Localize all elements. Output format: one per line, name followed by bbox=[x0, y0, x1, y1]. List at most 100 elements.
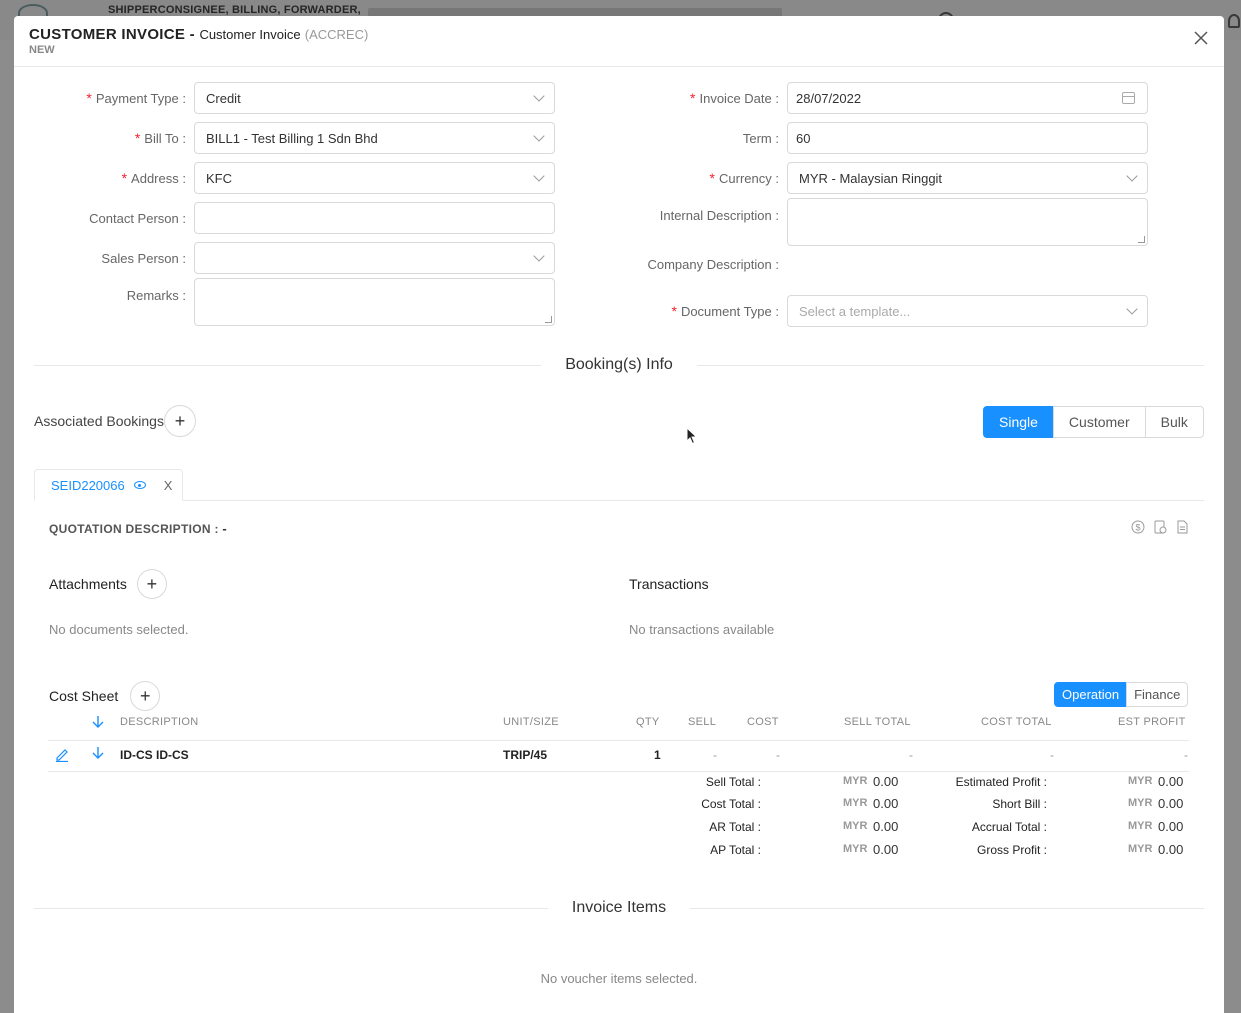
address-select[interactable]: KFC bbox=[194, 162, 555, 194]
attachments-label: Attachments bbox=[49, 576, 127, 592]
chevron-down-icon bbox=[533, 90, 545, 102]
col-sell: SELL bbox=[688, 716, 717, 728]
plus-icon: + bbox=[174, 410, 186, 431]
svg-text:$: $ bbox=[1135, 523, 1140, 533]
edit-icon[interactable] bbox=[54, 746, 70, 762]
document-type-label: * Document Type : bbox=[671, 303, 779, 319]
view-bulk-button[interactable]: Bulk bbox=[1144, 406, 1204, 438]
arrow-down-icon[interactable] bbox=[91, 746, 105, 760]
sales-person-select[interactable] bbox=[194, 242, 555, 274]
resize-handle-icon[interactable] bbox=[1138, 236, 1145, 243]
cost-sheet-header: Cost Sheet + bbox=[49, 681, 161, 711]
cell-cost: - bbox=[776, 748, 780, 762]
resize-handle-icon[interactable] bbox=[545, 316, 552, 323]
add-cost-item-button[interactable]: + bbox=[130, 681, 161, 711]
address-label: * Address : bbox=[121, 170, 186, 186]
chevron-down-icon bbox=[1126, 170, 1138, 182]
chevron-down-icon bbox=[533, 130, 545, 142]
accrual-total-label: Accrual Total : bbox=[971, 820, 1047, 834]
booking-view-toggle: Single Customer Bulk bbox=[983, 406, 1204, 438]
col-description: DESCRIPTION bbox=[120, 716, 199, 728]
remarks-textarea[interactable] bbox=[194, 278, 555, 326]
quotation-description: QUOTATION DESCRIPTION : - bbox=[49, 521, 227, 536]
invoice-date-label: * Invoice Date : bbox=[690, 90, 779, 106]
calculator-icon[interactable] bbox=[1153, 520, 1167, 534]
tab-seid220066[interactable]: SEID220066 X bbox=[34, 469, 183, 501]
address-value: KFC bbox=[206, 170, 232, 186]
sell-total-value: 0.00 bbox=[873, 774, 899, 789]
mode-finance-button[interactable]: Finance bbox=[1126, 682, 1189, 707]
col-sell-total: SELL TOTAL bbox=[844, 716, 911, 728]
bookings-divider: Booking(s) Info bbox=[34, 356, 1205, 374]
address-row: * Address : KFC bbox=[14, 162, 555, 194]
table-header-divider bbox=[48, 740, 1189, 741]
modal-title-code: (ACCREC) bbox=[304, 27, 369, 42]
currency-select[interactable]: MYR - Malaysian Ringgit bbox=[787, 162, 1148, 194]
chevron-down-icon bbox=[1126, 303, 1138, 315]
eye-icon[interactable] bbox=[133, 481, 146, 489]
plus-icon: + bbox=[140, 685, 151, 706]
document-type-placeholder: Select a template... bbox=[799, 303, 911, 319]
accrual-total-currency: MYR bbox=[1128, 820, 1153, 832]
ap-total-label: AP Total : bbox=[710, 843, 761, 857]
add-attachment-button[interactable]: + bbox=[136, 569, 167, 599]
close-icon[interactable] bbox=[1192, 30, 1210, 48]
invoice-date-picker[interactable]: 28/07/2022 bbox=[787, 82, 1148, 114]
gross-profit-value: 0.00 bbox=[1158, 842, 1184, 857]
gross-profit-currency: MYR bbox=[1128, 843, 1153, 855]
quotation-description-label: QUOTATION DESCRIPTION : bbox=[49, 522, 223, 536]
remarks-label: Remarks : bbox=[126, 288, 186, 303]
internal-description-textarea[interactable] bbox=[787, 198, 1148, 246]
transactions-empty: No transactions available bbox=[629, 622, 775, 637]
short-bill-currency: MYR bbox=[1128, 797, 1153, 809]
cell-sell: - bbox=[713, 748, 717, 762]
company-description-row: Company Description : bbox=[607, 257, 787, 272]
plus-icon: + bbox=[146, 573, 158, 594]
document-icon[interactable] bbox=[1175, 520, 1189, 534]
internal-description-label: Internal Description : bbox=[659, 208, 779, 223]
tab-close-icon[interactable]: X bbox=[164, 478, 173, 493]
cell-unit-size: TRIP/45 bbox=[503, 748, 548, 762]
chevron-down-icon bbox=[533, 170, 545, 182]
invoice-items-title: Invoice Items bbox=[571, 899, 667, 916]
calendar-icon bbox=[1122, 92, 1135, 104]
sell-total-currency: MYR bbox=[843, 775, 868, 787]
mode-operation-button[interactable]: Operation bbox=[1054, 682, 1128, 707]
modal-status: NEW bbox=[29, 44, 55, 56]
view-customer-button[interactable]: Customer bbox=[1052, 406, 1146, 438]
gross-profit-label: Gross Profit : bbox=[976, 843, 1047, 857]
modal-title: CUSTOMER INVOICE - Customer Invoice (ACC… bbox=[29, 27, 1209, 43]
payment-type-select[interactable]: Credit bbox=[194, 82, 555, 114]
bill-to-select[interactable]: BILL1 - Test Billing 1 Sdn Bhd bbox=[194, 122, 555, 154]
estimated-profit-label: Estimated Profit : bbox=[955, 775, 1047, 789]
cost-total-currency: MYR bbox=[843, 797, 868, 809]
invoice-date-row: * Invoice Date : 28/07/2022 bbox=[607, 82, 1148, 114]
contact-person-input[interactable] bbox=[194, 202, 555, 234]
sales-person-label: Sales Person : bbox=[101, 250, 186, 266]
sales-person-row: Sales Person : bbox=[14, 242, 555, 274]
add-booking-button[interactable]: + bbox=[163, 405, 196, 437]
dollar-icon[interactable]: $ bbox=[1131, 520, 1145, 534]
accrual-total-value: 0.00 bbox=[1158, 819, 1184, 834]
col-unit-size: UNIT/SIZE bbox=[503, 716, 559, 728]
ar-total-label: AR Total : bbox=[709, 820, 761, 834]
view-single-button[interactable]: Single bbox=[983, 406, 1054, 438]
associated-bookings: Associated Bookings + bbox=[34, 405, 196, 437]
transactions-label: Transactions bbox=[629, 576, 709, 592]
col-cost-total: COST TOTAL bbox=[981, 716, 1052, 728]
bill-to-value: BILL1 - Test Billing 1 Sdn Bhd bbox=[206, 130, 378, 146]
invoice-items-empty: No voucher items selected. bbox=[540, 971, 698, 986]
modal-header: CUSTOMER INVOICE - Customer Invoice (ACC… bbox=[14, 16, 1224, 67]
payment-type-row: * Payment Type : Credit bbox=[14, 82, 555, 114]
document-type-select[interactable]: Select a template... bbox=[787, 295, 1148, 327]
cost-sheet-mode-toggle: Operation Finance bbox=[1054, 682, 1189, 707]
remarks-row: Remarks : bbox=[14, 278, 555, 326]
internal-description-row: Internal Description : bbox=[607, 198, 1148, 246]
term-input[interactable]: 60 bbox=[787, 122, 1148, 154]
cell-cost-total: - bbox=[1050, 748, 1054, 762]
payment-type-label: * Payment Type : bbox=[86, 90, 186, 106]
sort-down-arrow-icon[interactable] bbox=[91, 715, 105, 729]
company-description-label: Company Description : bbox=[647, 257, 779, 272]
invoice-items-divider: Invoice Items bbox=[34, 899, 1205, 917]
sell-total-label: Sell Total : bbox=[705, 775, 761, 789]
